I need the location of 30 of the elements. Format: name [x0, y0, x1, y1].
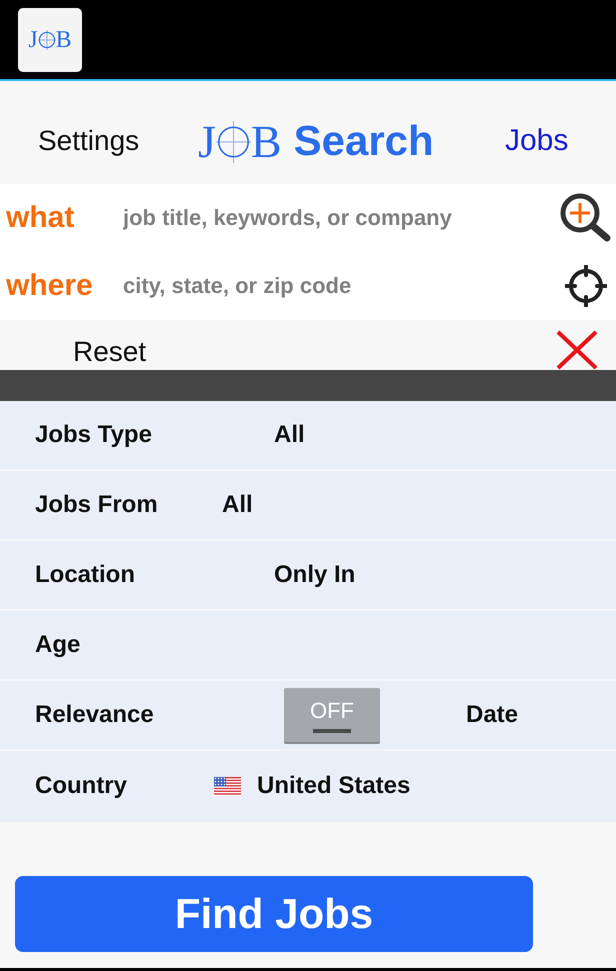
field-label: where — [6, 268, 94, 304]
country-value[interactable]: United States — [257, 772, 410, 801]
logo-letter: B — [56, 28, 72, 52]
zoom-in-icon[interactable] — [560, 193, 612, 243]
option-value[interactable]: Only In — [274, 560, 356, 590]
find-jobs-button[interactable]: Find Jobs — [15, 876, 533, 952]
target-icon[interactable] — [565, 265, 607, 307]
jobs-link[interactable]: Jobs — [505, 124, 568, 159]
logo-letter: J — [28, 28, 38, 52]
flag-icon — [214, 777, 241, 796]
option-value[interactable]: All — [274, 420, 305, 450]
option-label: Country — [35, 772, 127, 801]
option-label: Location — [35, 560, 135, 590]
search-field[interactable]: city, state, or zip code — [121, 264, 556, 308]
reset-button[interactable]: Reset — [73, 336, 146, 368]
settings-button[interactable]: Settings — [38, 125, 140, 158]
option-value[interactable]: All — [222, 490, 253, 520]
logo-letter: B — [250, 118, 282, 164]
option-label: Jobs Type — [35, 420, 152, 450]
option-label: Date — [466, 700, 518, 730]
search-field[interactable]: job title, keywords, or company — [121, 196, 556, 240]
option-label: Age — [35, 630, 80, 660]
app-title: Search — [294, 118, 434, 165]
field-label: what — [6, 200, 76, 236]
option-label: Jobs From — [35, 490, 158, 520]
crosshair-icon — [38, 30, 56, 50]
crosshair-icon — [216, 120, 251, 162]
close-icon[interactable] — [556, 330, 598, 370]
logo-letter: J — [198, 118, 216, 164]
option-label: Relevance — [35, 700, 154, 730]
